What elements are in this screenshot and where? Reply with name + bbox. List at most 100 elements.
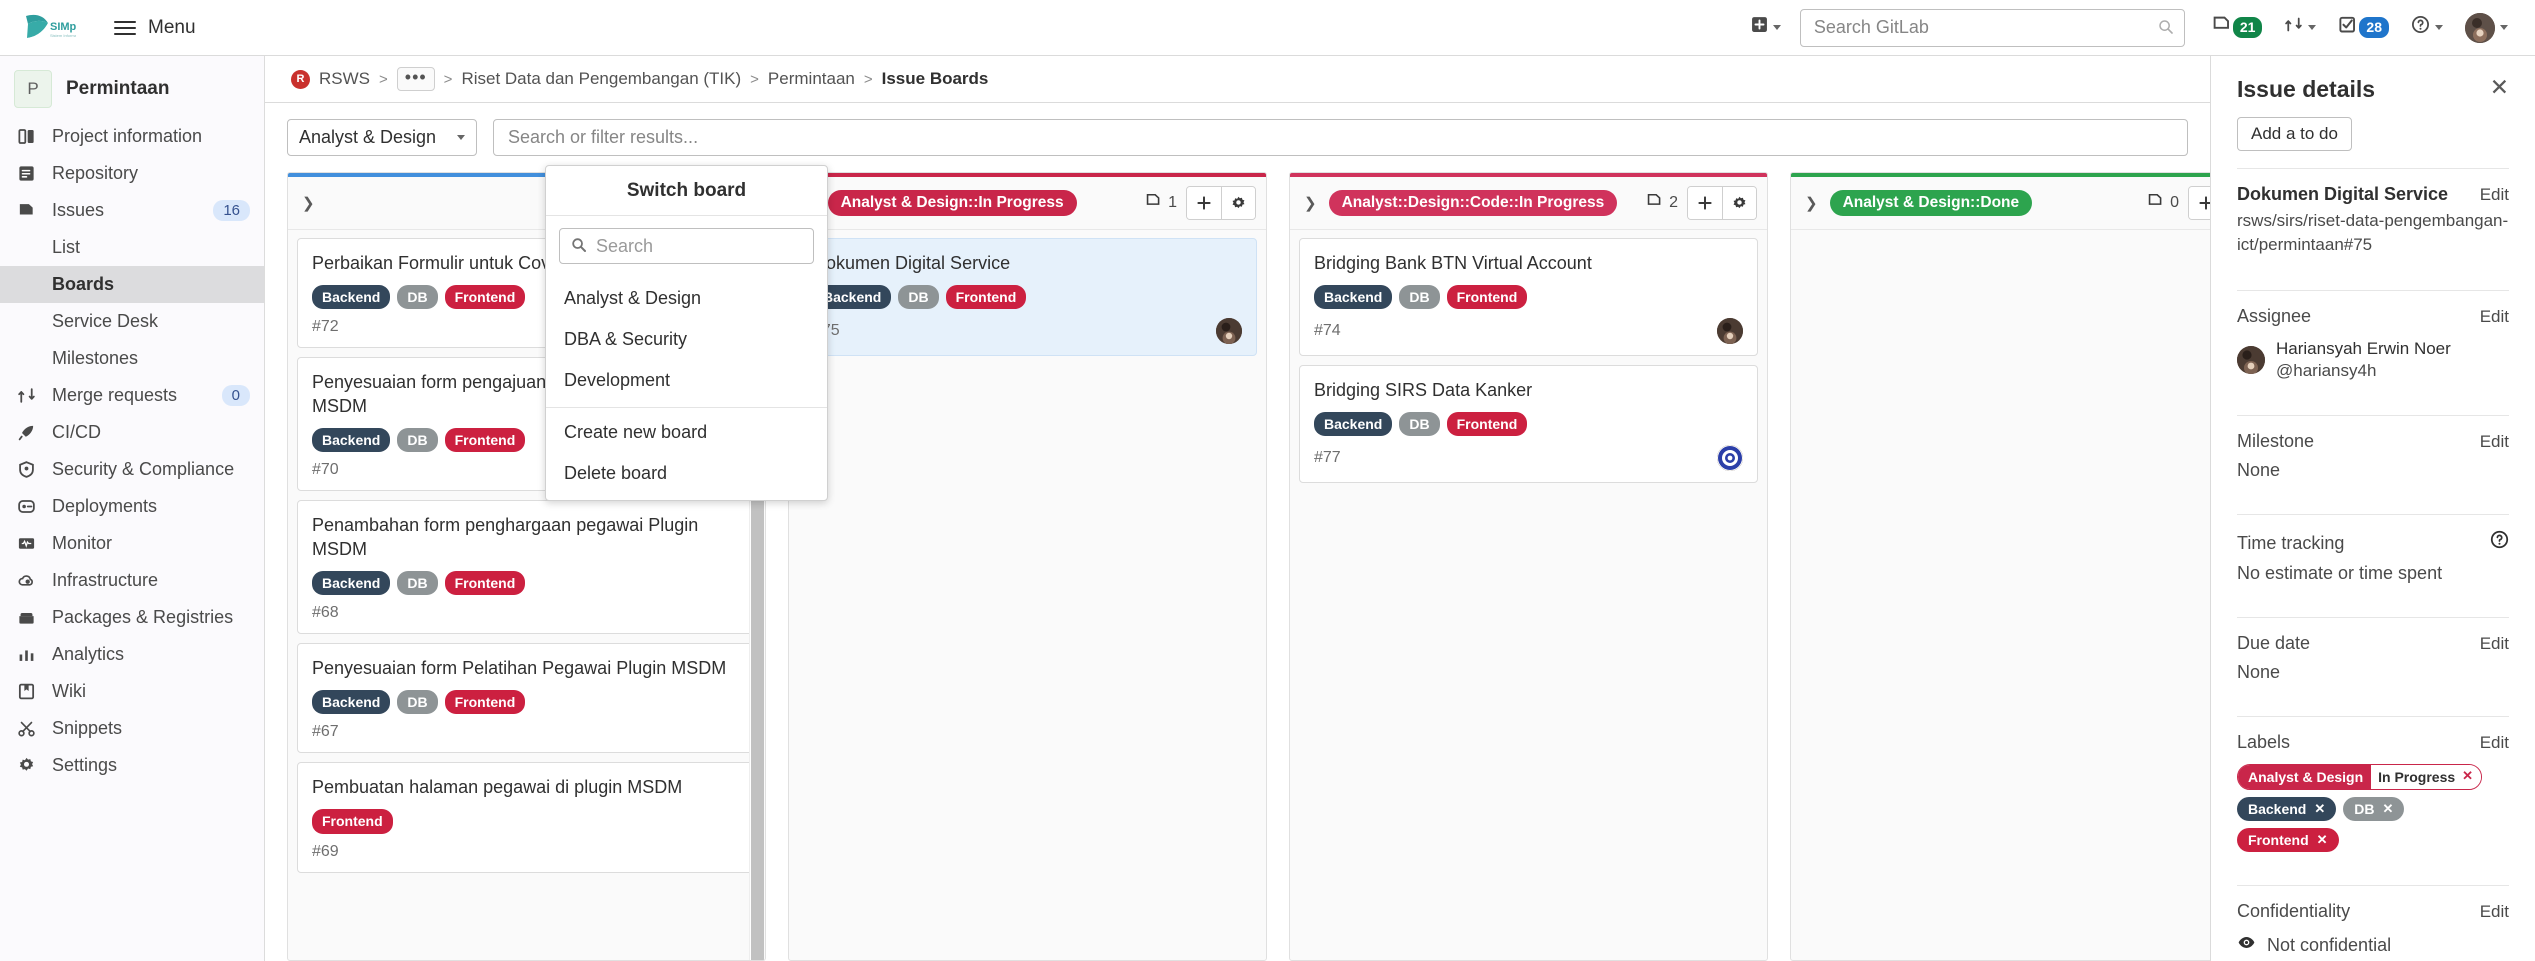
sidebar-item-list[interactable]: List	[0, 229, 264, 266]
add-todo-button[interactable]: Add a to do	[2237, 117, 2352, 151]
sidebar-item-project-information[interactable]: Project information	[0, 118, 264, 155]
edit-milestone-button[interactable]: Edit	[2480, 432, 2509, 452]
sidebar-item-monitor[interactable]: Monitor	[0, 525, 264, 562]
label-frontend[interactable]: Frontend ✕	[2237, 827, 2339, 852]
breadcrumb-item-project[interactable]: Permintaan	[768, 69, 855, 89]
create-new-board-item[interactable]: Create new board	[546, 412, 827, 453]
column-settings-button[interactable]	[1722, 187, 1756, 219]
sidebar-item-settings[interactable]: Settings	[0, 747, 264, 784]
sidebar-item-issues[interactable]: Issues 16	[0, 192, 264, 229]
assigned-issues-button[interactable]: 21	[2203, 8, 2272, 47]
sidebar-item-snippets[interactable]: Snippets	[0, 710, 264, 747]
label-backend[interactable]: Backend	[1314, 284, 1393, 310]
sidebar-item-infrastructure[interactable]: Infrastructure	[0, 562, 264, 599]
sidebar-link-repository[interactable]: Repository	[0, 155, 264, 192]
sidebar-link-analytics[interactable]: Analytics	[0, 636, 264, 673]
label-db[interactable]: DB	[397, 428, 438, 453]
edit-confidentiality-button[interactable]: Edit	[2480, 902, 2509, 922]
dropdown-item-analyst-design[interactable]: Analyst & Design	[546, 278, 827, 319]
label-frontend[interactable]: Frontend	[444, 284, 526, 310]
sidebar-link-security[interactable]: Security & Compliance	[0, 451, 264, 488]
sidebar-link-cicd[interactable]: CI/CD	[0, 414, 264, 451]
label-backend[interactable]: Backend ✕	[2237, 796, 2337, 821]
main-menu-button[interactable]: Menu	[104, 10, 206, 46]
filter-search-input[interactable]	[493, 119, 2188, 156]
label-frontend[interactable]: Frontend	[444, 571, 526, 596]
collapse-chevron-icon[interactable]: ❯	[300, 194, 317, 212]
breadcrumb-ellipsis-button[interactable]: •••	[396, 67, 435, 91]
sidebar-item-service-desk[interactable]: Service Desk	[0, 303, 264, 340]
sidebar-link-settings[interactable]: Settings	[0, 747, 264, 784]
breadcrumb-item-rsws[interactable]: RSWS	[319, 69, 370, 89]
column-cards[interactable]: Bridging Bank BTN Virtual Account Backen…	[1290, 230, 1767, 960]
breadcrumb-item-group[interactable]: Riset Data dan Pengembangan (TIK)	[461, 69, 741, 89]
edit-due-date-button[interactable]: Edit	[2480, 634, 2509, 654]
sidebar-link-issues[interactable]: Issues 16	[0, 192, 264, 229]
label-backend[interactable]: Backend	[312, 571, 391, 596]
column-cards[interactable]	[1791, 230, 2210, 960]
global-search[interactable]	[1799, 8, 2185, 47]
dropdown-item-development[interactable]: Development	[546, 360, 827, 401]
project-header[interactable]: P Permintaan	[0, 64, 264, 118]
label-frontend[interactable]: Frontend	[444, 690, 526, 715]
label-backend[interactable]: Backend	[312, 284, 391, 310]
assignee-avatar[interactable]	[1717, 445, 1743, 472]
label-frontend[interactable]: Frontend	[945, 284, 1027, 310]
sidebar-link-monitor[interactable]: Monitor	[0, 525, 264, 562]
dropdown-item-dba-security[interactable]: DBA & Security	[546, 319, 827, 360]
sidebar-item-merge-requests[interactable]: Merge requests 0	[0, 377, 264, 414]
sidebar-link-merge-requests[interactable]: Merge requests 0	[0, 377, 264, 414]
label-frontend[interactable]: Frontend	[1446, 412, 1528, 437]
sidebar-item-security-compliance[interactable]: Security & Compliance	[0, 451, 264, 488]
remove-label-icon[interactable]: ✕	[2317, 832, 2328, 848]
question-circle-icon[interactable]	[2490, 530, 2509, 555]
edit-title-button[interactable]: Edit	[2480, 185, 2509, 205]
close-icon[interactable]: ✕	[2490, 76, 2509, 99]
help-button[interactable]	[2402, 8, 2452, 47]
remove-label-icon[interactable]: ✕	[2383, 801, 2394, 817]
sidebar-link-project-information[interactable]: Project information	[0, 118, 264, 155]
label-backend[interactable]: Backend	[1314, 412, 1393, 437]
label-backend[interactable]: Backend	[312, 428, 391, 453]
label-db[interactable]: DB	[397, 284, 438, 310]
sidebar-link-packages[interactable]: Packages & Registries	[0, 599, 264, 636]
edit-labels-button[interactable]: Edit	[2480, 733, 2509, 753]
assignee-avatar[interactable]	[1216, 318, 1242, 345]
board-switcher-dropdown[interactable]: Analyst & Design	[287, 119, 477, 156]
label-frontend[interactable]: Frontend	[312, 809, 393, 834]
sidebar-item-wiki[interactable]: Wiki	[0, 673, 264, 710]
label-db[interactable]: DB ✕	[2343, 796, 2405, 821]
issue-card[interactable]: Penyesuaian form Pelatihan Pegawai Plugi…	[297, 643, 756, 754]
sidebar-item-deployments[interactable]: Deployments	[0, 488, 264, 525]
collapse-chevron-icon[interactable]: ❯	[1302, 194, 1319, 212]
issue-card[interactable]: Bridging SIRS Data Kanker Backend DB Fro…	[1299, 365, 1758, 484]
create-new-button[interactable]	[1742, 9, 1790, 46]
sidebar-item-repository[interactable]: Repository	[0, 155, 264, 192]
label-frontend[interactable]: Frontend	[1446, 284, 1528, 310]
add-issue-button[interactable]	[2189, 187, 2210, 219]
sidebar-item-analytics[interactable]: Analytics	[0, 636, 264, 673]
brand-logo-link[interactable]: SIMpel Sistem Informasi	[22, 11, 76, 45]
remove-label-icon[interactable]: ✕	[2462, 768, 2473, 785]
remove-label-icon[interactable]: ✕	[2314, 801, 2325, 817]
edit-assignee-button[interactable]: Edit	[2480, 307, 2509, 327]
issue-card[interactable]: Dokumen Digital Service Backend DB Front…	[798, 238, 1257, 357]
sidebar-link-snippets[interactable]: Snippets	[0, 710, 264, 747]
add-issue-button[interactable]	[1688, 187, 1722, 219]
scoped-label-analyst-design[interactable]: Analyst & Design In Progress ✕	[2237, 763, 2483, 790]
issue-card[interactable]: Pembuatan halaman pegawai di plugin MSDM…	[297, 762, 756, 873]
column-settings-button[interactable]	[1221, 187, 1255, 219]
sidebar-link-infrastructure[interactable]: Infrastructure	[0, 562, 264, 599]
sidebar-item-boards[interactable]: Boards	[0, 266, 264, 303]
label-backend[interactable]: Backend	[312, 690, 391, 715]
issue-card[interactable]: Bridging Bank BTN Virtual Account Backen…	[1299, 238, 1758, 357]
sidebar-item-milestones[interactable]: Milestones	[0, 340, 264, 377]
search-input[interactable]	[1799, 8, 2185, 47]
assignee-avatar[interactable]	[1717, 318, 1743, 345]
label-frontend[interactable]: Frontend	[444, 428, 526, 453]
sidebar-link-wiki[interactable]: Wiki	[0, 673, 264, 710]
dropdown-search-input[interactable]	[559, 228, 814, 264]
assignee-info[interactable]: Hariansyah Erwin Noer @hariansy4h	[2237, 338, 2509, 382]
user-menu-button[interactable]	[2456, 6, 2517, 50]
label-db[interactable]: DB	[397, 690, 438, 715]
